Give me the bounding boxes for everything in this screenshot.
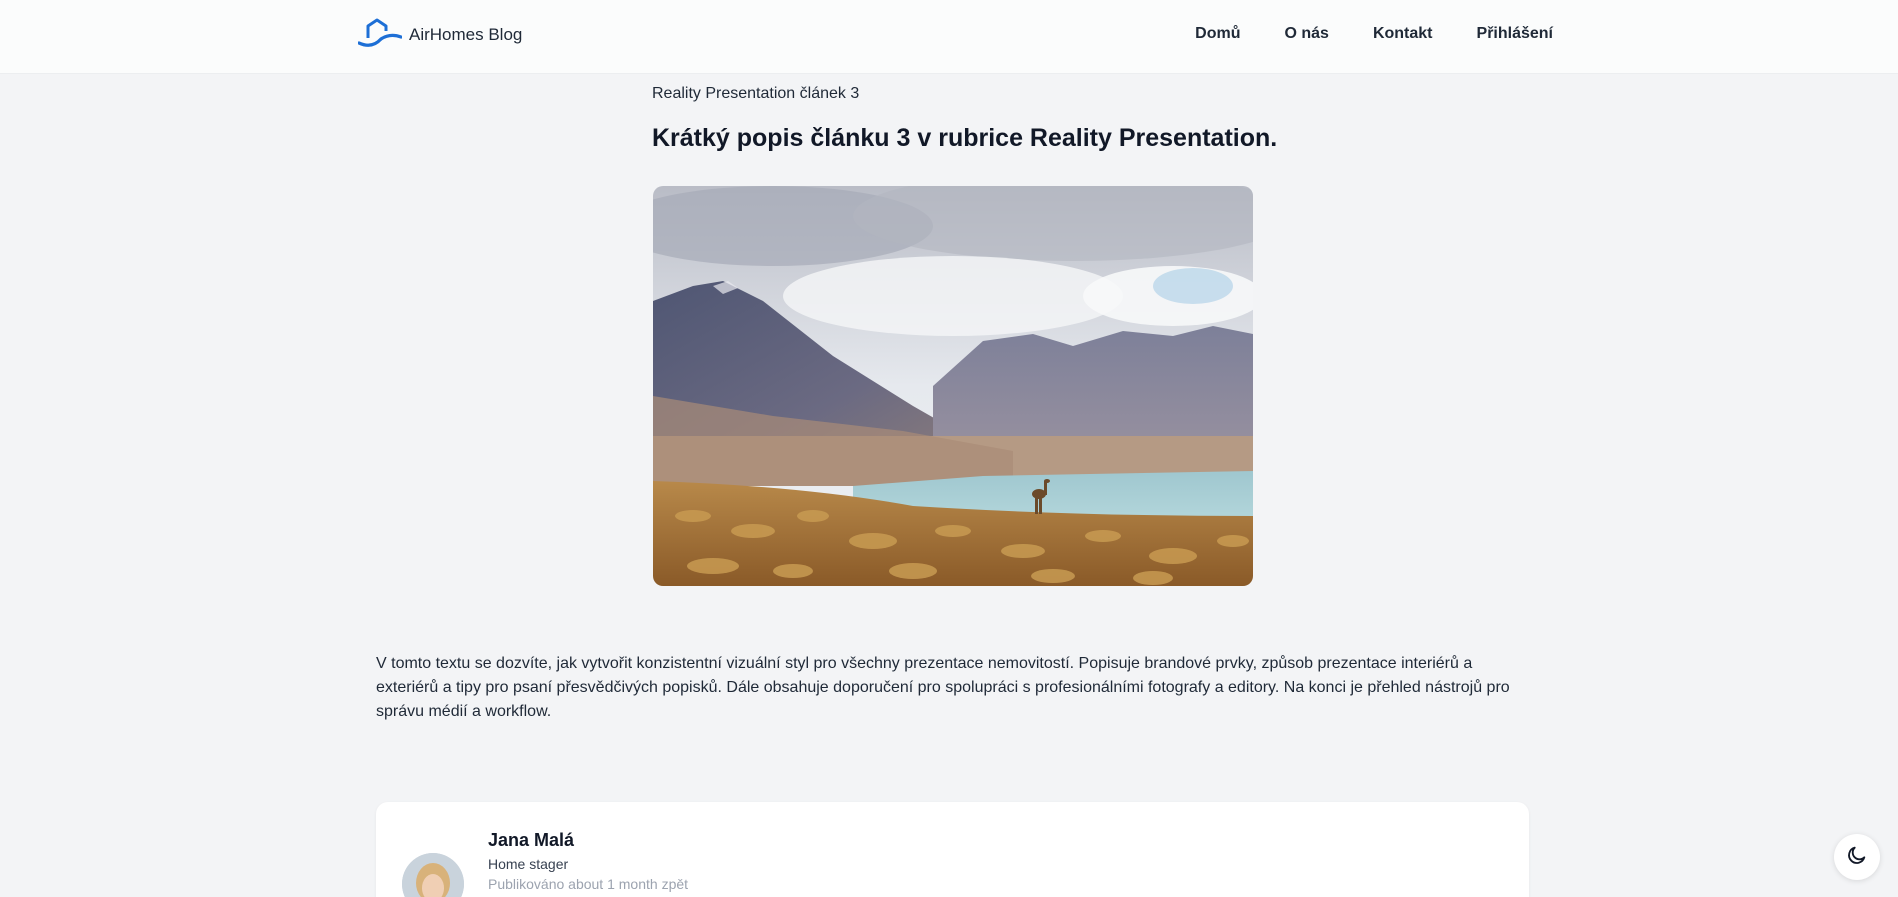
house-roof-icon	[357, 18, 403, 53]
nav-about[interactable]: O nás	[1284, 25, 1328, 43]
nav-home[interactable]: Domů	[1195, 25, 1240, 43]
nav-contact[interactable]: Kontakt	[1373, 25, 1433, 43]
article-hero-image	[653, 186, 1253, 586]
author-role: Home stager	[488, 856, 569, 872]
nav-login[interactable]: Přihlášení	[1477, 25, 1553, 43]
author-name: Jana Malá	[488, 830, 575, 850]
theme-toggle-button[interactable]	[1834, 834, 1880, 880]
article-category-title: Reality Presentation článek 3	[652, 85, 860, 102]
top-navbar: AirHomes Blog Domů O nás Kontakt Přihláš…	[0, 0, 1898, 74]
publish-date: Publikováno about 1 month zpět	[488, 876, 689, 892]
main-nav: Domů O nás Kontakt Přihlášení	[1195, 0, 1553, 68]
avatar	[402, 853, 464, 897]
brand-link[interactable]: AirHomes Blog	[357, 18, 523, 53]
article-body: V tomto textu se dozvíte, jak vytvořit k…	[376, 655, 1510, 720]
brand-name: AirHomes Blog	[409, 25, 523, 44]
moon-icon	[1846, 844, 1868, 871]
author-card: Jana Malá Home stager Publikováno about …	[376, 802, 1529, 897]
article-headline: Krátký popis článku 3 v rubrice Reality …	[652, 124, 1278, 152]
